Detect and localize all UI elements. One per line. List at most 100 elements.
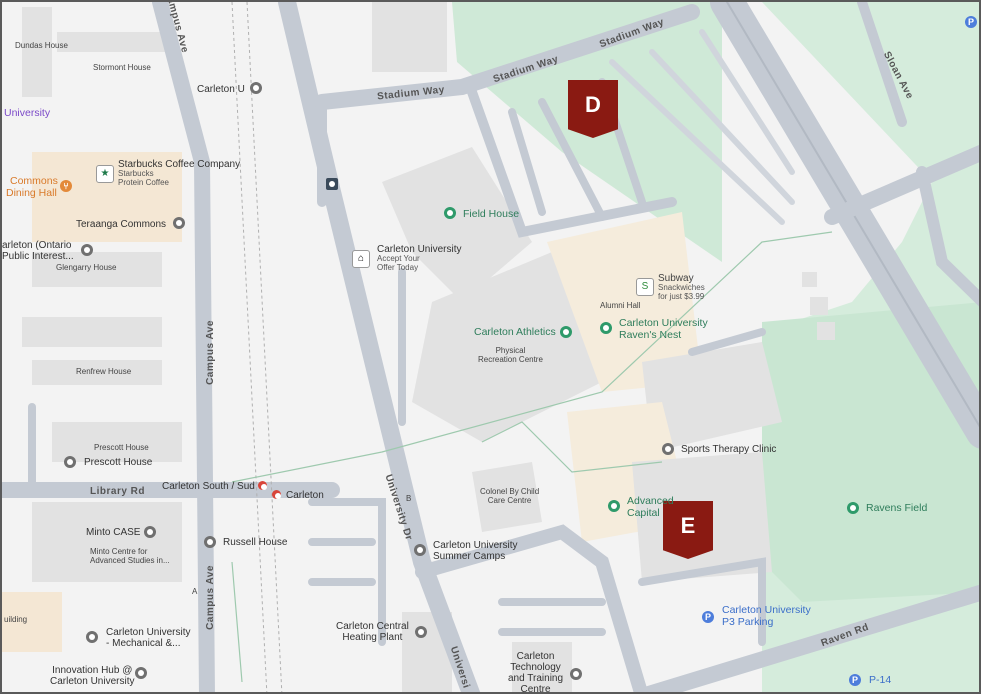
place-carleton-university[interactable]: Carleton University Accept Your Offer To… <box>377 244 461 273</box>
place-dundas-house[interactable]: Dundas House <box>15 41 68 51</box>
place-name: Carleton University <box>619 317 708 329</box>
place-name-2: P3 Parking <box>722 615 774 628</box>
place-glengarry[interactable]: Glengarry House <box>56 263 116 273</box>
place-starbucks[interactable]: Starbucks Coffee Company Starbucks Prote… <box>118 159 240 188</box>
place-carleton-mech[interactable]: Carleton University - Mechanical &... <box>106 627 190 649</box>
place-university[interactable]: University <box>4 107 50 120</box>
school-icon[interactable]: ⌂ <box>352 250 370 268</box>
place-pin-icon[interactable] <box>414 544 426 556</box>
place-name-2: Capital <box>627 506 660 519</box>
place-name: Carleton University <box>722 604 811 616</box>
place-name: Advanced <box>627 495 674 507</box>
place-advanced-capital[interactable]: Advanced Capital <box>627 495 674 519</box>
location-marker-d[interactable]: D <box>568 80 618 138</box>
place-name-2: Technology <box>510 662 561 673</box>
place-pin-icon[interactable] <box>608 500 620 512</box>
place-p3-parking[interactable]: Carleton University P3 Parking <box>722 604 811 628</box>
place-name: Physical <box>495 346 526 355</box>
parking-icon[interactable]: P <box>702 611 714 623</box>
place-field-house[interactable]: Field House <box>463 208 519 221</box>
place-name-3: and Training <box>508 673 564 684</box>
place-ravens-field[interactable]: Ravens Field <box>866 502 927 515</box>
place-name: Carleton University <box>106 627 191 638</box>
place-name: arleton (Ontario <box>2 240 72 251</box>
place-name: Carleton <box>516 651 555 662</box>
map-view[interactable]: D E Stadium Way Stadium Way Stadium Way … <box>0 0 981 694</box>
place-pin-icon[interactable] <box>444 207 456 219</box>
place-pin-icon[interactable] <box>560 326 572 338</box>
school-icon[interactable] <box>173 217 185 229</box>
place-name-2: Care Centre <box>487 495 532 505</box>
place-prescott[interactable]: Prescott House <box>84 457 152 468</box>
road-label-campus-ave: Campus Ave <box>204 565 216 630</box>
place-stormont-house[interactable]: Stormont House <box>93 63 151 73</box>
place-prescott-top[interactable]: Prescott House <box>94 443 149 453</box>
place-name-2: - Mechanical &... <box>106 638 181 649</box>
place-sub: for just $3.99 <box>658 291 705 301</box>
road-label-library-rd: Library Rd <box>90 486 146 497</box>
place-physical-rec[interactable]: Physical Recreation Centre <box>478 346 543 365</box>
starbucks-icon[interactable]: ★ <box>96 165 114 183</box>
place-carleton-ontario[interactable]: arleton (Ontario Public Interest... <box>2 240 74 262</box>
parking-icon[interactable]: P <box>849 674 861 686</box>
subway-icon[interactable]: S <box>636 278 654 296</box>
place-carleton-u[interactable]: Carleton U <box>197 84 245 95</box>
place-pin-icon[interactable] <box>64 456 76 468</box>
road-label-campus-ave: Campus Ave <box>204 320 216 385</box>
place-innovation[interactable]: Innovation Hub @ Carleton University <box>50 665 134 687</box>
transit-icon[interactable] <box>258 481 267 490</box>
place-colonel-by[interactable]: Colonel By Child Care Centre <box>480 487 540 506</box>
place-alumni-hall[interactable]: Alumni Hall <box>600 301 640 311</box>
place-name: Carleton University <box>433 540 518 551</box>
place-subway[interactable]: Subway Snackwiches for just $3.99 <box>658 273 705 302</box>
place-russell[interactable]: Russell House <box>223 537 287 548</box>
place-carleton-south[interactable]: Carleton South / Sud <box>162 481 255 492</box>
place-name: Innovation Hub @ <box>52 665 133 676</box>
school-icon[interactable] <box>135 667 147 679</box>
place-minto-centre[interactable]: Minto Centre for Advanced Studies in... <box>90 547 170 566</box>
place-pin-icon[interactable] <box>415 626 427 638</box>
place-pin-icon[interactable] <box>204 536 216 548</box>
school-icon[interactable] <box>86 631 98 643</box>
place-name-2: Advanced Studies in... <box>90 555 170 565</box>
place-name-2: Raven's Nest <box>619 328 682 341</box>
starbucks-sub: Protein Coffee <box>118 177 169 187</box>
restaurant-icon[interactable]: ⑂ <box>60 180 72 192</box>
place-athletics[interactable]: Carleton Athletics <box>474 326 556 339</box>
place-name: Minto Centre for <box>90 547 148 556</box>
place-minto-case[interactable]: Minto CASE <box>86 527 140 538</box>
transit-icon[interactable] <box>272 490 281 499</box>
place-pin-icon[interactable] <box>81 244 93 256</box>
place-tech-training[interactable]: Carleton Technology and Training Centre <box>508 651 564 694</box>
place-central-heating[interactable]: Carleton Central Heating Plant <box>336 621 409 643</box>
label-b: B <box>406 494 412 503</box>
place-sports-therapy[interactable]: Sports Therapy Clinic <box>681 444 776 455</box>
place-carleton-station[interactable]: Carleton <box>286 490 324 501</box>
place-pin-icon[interactable] <box>847 502 859 514</box>
bus-stop-icon[interactable] <box>326 178 338 190</box>
place-name: Colonel By Child <box>480 487 540 496</box>
rail-line <box>231 2 283 692</box>
place-pin-icon[interactable] <box>662 443 674 455</box>
place-building[interactable]: uilding <box>4 615 27 625</box>
place-commons[interactable]: Commons <box>10 175 58 188</box>
place-name-2: Summer Camps <box>433 551 506 562</box>
place-name-2: Public Interest... <box>2 251 74 262</box>
place-name-2: Carleton University <box>50 676 135 687</box>
place-dining-hall[interactable]: Dining Hall <box>6 187 57 200</box>
place-name-2: Heating Plant <box>342 632 403 643</box>
place-pin-icon[interactable] <box>600 322 612 334</box>
place-name-4: Centre <box>520 684 551 694</box>
place-teraanga[interactable]: Teraanga Commons <box>76 219 166 230</box>
place-pin-icon[interactable] <box>250 82 262 94</box>
place-renfrew[interactable]: Renfrew House <box>76 367 131 377</box>
place-name-2: Recreation Centre <box>478 354 543 364</box>
label-a: A <box>192 587 198 596</box>
place-pin-icon[interactable] <box>570 668 582 680</box>
school-icon[interactable] <box>144 526 156 538</box>
place-p14[interactable]: P-14 <box>869 674 891 687</box>
place-sub: Offer Today <box>377 262 419 272</box>
place-ravens-nest[interactable]: Carleton University Raven's Nest <box>619 317 708 341</box>
place-summer-camps[interactable]: Carleton University Summer Camps <box>433 540 517 562</box>
parking-icon[interactable]: P <box>965 16 977 28</box>
